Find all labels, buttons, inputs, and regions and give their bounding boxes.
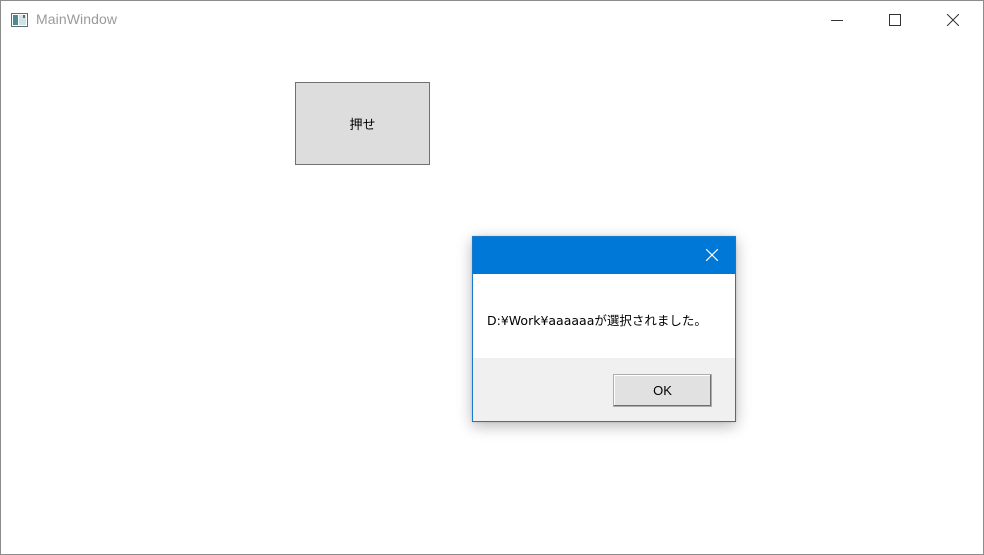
message-box-dialog: D:¥Work¥aaaaaaが選択されました。 OK [472, 236, 736, 422]
push-button[interactable]: 押せ [295, 82, 430, 165]
maximize-button[interactable] [872, 1, 918, 38]
close-icon [947, 13, 959, 26]
close-icon [705, 246, 719, 265]
minimize-icon [831, 14, 843, 26]
close-button[interactable] [930, 1, 976, 38]
dialog-close-button[interactable] [689, 237, 735, 274]
window-title: MainWindow [36, 11, 118, 27]
app-window-icon [11, 12, 28, 27]
minimize-button[interactable] [814, 1, 860, 38]
dialog-title-bar[interactable] [473, 237, 735, 274]
title-bar[interactable]: MainWindow [1, 1, 983, 38]
dialog-message: D:¥Work¥aaaaaaが選択されました。 [487, 313, 707, 328]
maximize-icon [889, 13, 901, 26]
ok-button[interactable]: OK [613, 374, 712, 407]
